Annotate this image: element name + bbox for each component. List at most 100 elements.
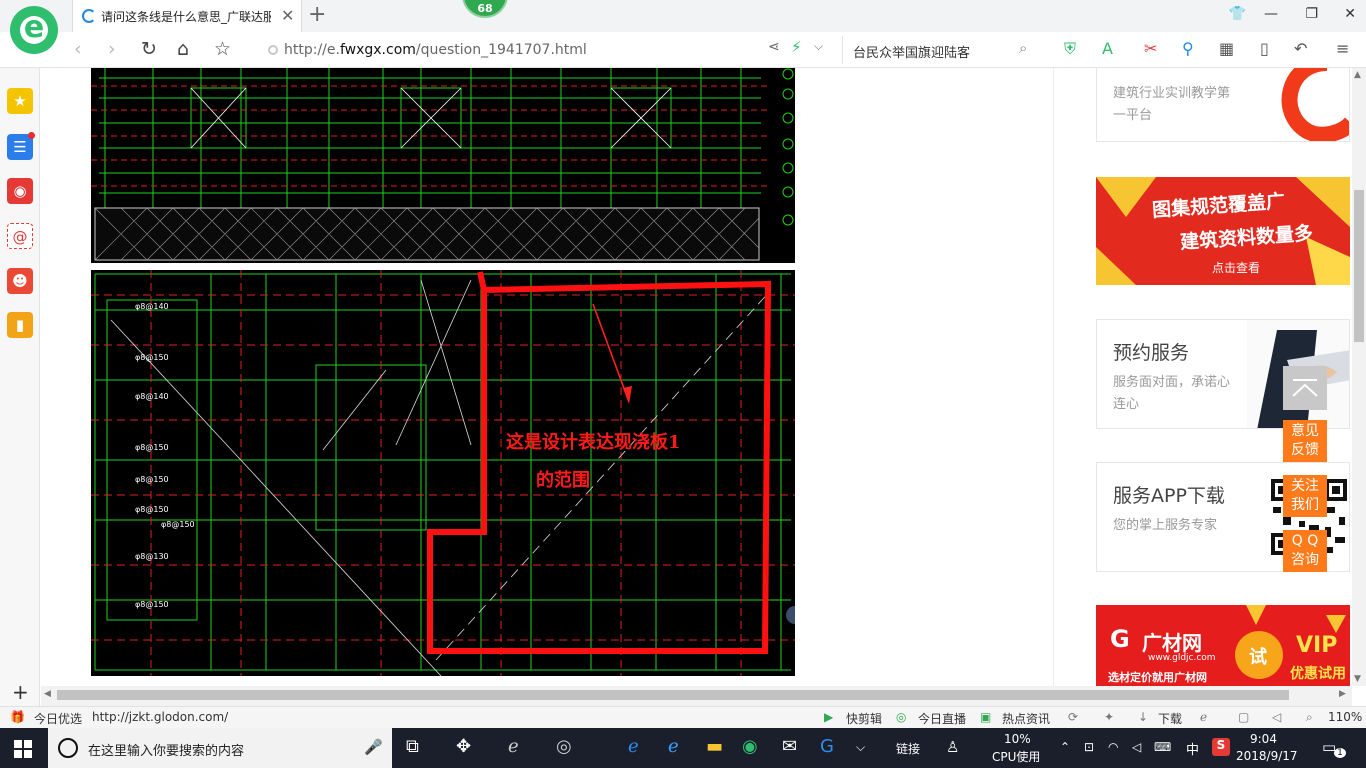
ie-mode-icon[interactable]: ℯ bbox=[1200, 710, 1207, 724]
favorites-star-icon[interactable]: ★ bbox=[7, 88, 33, 114]
translate-icon[interactable]: A bbox=[1102, 39, 1113, 58]
window-icon[interactable]: ▢ bbox=[1238, 710, 1249, 724]
taskbar-search[interactable]: 在这里输入你要搜索的内容 🎤 bbox=[48, 728, 392, 768]
active-browser-icon[interactable]: ◉ bbox=[742, 736, 758, 757]
scroll-right-icon[interactable]: ▶ bbox=[1339, 689, 1346, 699]
undo-icon[interactable]: ↶ bbox=[1294, 39, 1307, 58]
search-icon[interactable]: ⌕ bbox=[1019, 39, 1027, 57]
speaker-icon[interactable]: ◁ bbox=[1132, 740, 1141, 754]
banner-brand-logo: G bbox=[1110, 625, 1130, 653]
tray-expand-icon[interactable]: ⌃ bbox=[1060, 740, 1070, 754]
scroll-down-icon[interactable]: ▼ bbox=[1354, 674, 1361, 684]
taskbar-chevron-icon[interactable]: ⌵ bbox=[856, 740, 865, 755]
browser-app-icon[interactable]: ℯ bbox=[508, 736, 519, 757]
windows-start-icon[interactable] bbox=[14, 740, 32, 758]
minimize-button[interactable]: — bbox=[1264, 6, 1278, 22]
cad-plan-image bbox=[91, 68, 795, 263]
magnifier-icon[interactable]: ⚲ bbox=[1182, 39, 1194, 58]
banner-site: www.gldjc.com bbox=[1148, 653, 1216, 663]
scroll-up-icon[interactable]: ▲ bbox=[1354, 70, 1361, 80]
search-box[interactable]: 台民众举国旗迎陆客 ⌕ bbox=[842, 36, 1042, 64]
follow-us-button[interactable]: 关注 我们 bbox=[1283, 475, 1327, 517]
clock-time[interactable]: 9:04 bbox=[1250, 732, 1277, 746]
menu-icon[interactable]: ≡ bbox=[1336, 39, 1349, 58]
browser-tab[interactable]: 请问这条线是什么意思_广联达服 ✕ bbox=[72, 0, 302, 32]
refresh-button[interactable]: ↻ bbox=[141, 38, 157, 60]
maximize-button[interactable]: ❐ bbox=[1305, 6, 1318, 22]
apps-grid-icon[interactable]: ▦ bbox=[1219, 39, 1234, 58]
volume-icon[interactable]: ◁ bbox=[1272, 710, 1281, 724]
standards-atlas-banner[interactable]: 图集规范覆盖广 建筑资料数量多 点击查看 bbox=[1096, 177, 1350, 285]
file-explorer-icon[interactable]: ▬ bbox=[706, 736, 723, 757]
person-icon[interactable]: ♙ bbox=[946, 738, 959, 756]
training-platform-card[interactable]: 建筑行业实训教学第一平台 bbox=[1096, 68, 1350, 142]
wifi-icon[interactable]: ◠ bbox=[1108, 740, 1118, 754]
weibo-icon[interactable]: ◉ bbox=[7, 178, 33, 204]
task-view-icon[interactable]: ⧉ bbox=[406, 736, 419, 757]
close-window-button[interactable]: ✕ bbox=[1344, 6, 1356, 22]
download-link[interactable]: 下载 bbox=[1158, 710, 1182, 727]
ie-icon[interactable]: ℯ bbox=[668, 736, 679, 757]
qq-consult-button[interactable]: Q Q 咨询 bbox=[1283, 530, 1327, 572]
microphone-icon[interactable]: 🎤 bbox=[364, 738, 383, 756]
links-toolbar[interactable]: 链接 bbox=[896, 740, 920, 757]
chevron-down-icon[interactable]: ⌵ bbox=[814, 39, 823, 54]
new-tab-button[interactable]: + bbox=[308, 2, 326, 27]
cad-label: φ8@150 bbox=[135, 505, 169, 514]
close-tab-icon[interactable]: ✕ bbox=[281, 6, 294, 25]
hot-news-link[interactable]: 热点资讯 bbox=[1002, 710, 1050, 727]
ime-indicator[interactable]: 中 bbox=[1186, 739, 1199, 758]
glodon-g-icon[interactable]: G bbox=[820, 736, 834, 757]
glodon-app-icon[interactable]: ◎ bbox=[556, 736, 572, 757]
glodon-material-vip-banner[interactable]: G 广材网 www.gldjc.com 试 VIP 优惠试用 选材定价就用广材网 bbox=[1096, 605, 1350, 686]
reader-icon[interactable]: ▯ bbox=[1260, 39, 1269, 58]
mail-icon[interactable]: ✉ bbox=[782, 736, 797, 757]
shield-icon[interactable]: ⛨ bbox=[1064, 39, 1076, 59]
vertical-scroll-thumb[interactable] bbox=[1354, 190, 1364, 342]
card-description: 服务面对面，承诺心连心 bbox=[1113, 375, 1231, 412]
forward-button[interactable]: › bbox=[108, 38, 116, 60]
url-text[interactable]: http://e.fwxgx.com/question_1941707.html bbox=[284, 42, 587, 58]
fan-app-icon[interactable]: ✥ bbox=[456, 736, 471, 757]
card-title: 预约服务 bbox=[1113, 342, 1190, 364]
scroll-left-icon[interactable]: ◀ bbox=[44, 689, 51, 699]
home-button[interactable]: ⌂ bbox=[177, 38, 189, 60]
edge-icon[interactable]: ℯ bbox=[628, 736, 639, 757]
arrow-up-icon bbox=[1292, 379, 1318, 397]
skin-icon[interactable]: 👕 bbox=[1229, 6, 1246, 22]
reading-list-icon[interactable]: ☰ bbox=[7, 132, 35, 160]
scissors-icon[interactable]: ✂ bbox=[1144, 39, 1157, 58]
accelerate-icon[interactable]: ⟳ bbox=[1068, 710, 1078, 724]
keyboard-icon[interactable]: ⌨ bbox=[1154, 740, 1171, 754]
clock-date[interactable]: 2018/9/17 bbox=[1236, 749, 1298, 763]
card-title: 服务APP下载 bbox=[1113, 485, 1225, 507]
game-icon[interactable]: ☻ bbox=[7, 268, 33, 294]
zoom-level[interactable]: 110% bbox=[1328, 710, 1362, 724]
vertical-scrollbar[interactable]: ▲ ▼ bbox=[1352, 68, 1366, 686]
notes-icon[interactable]: ▮ bbox=[7, 312, 33, 338]
speed-mode-icon[interactable]: ⚡ bbox=[791, 38, 802, 56]
sogou-ime-icon[interactable]: S bbox=[1212, 738, 1230, 756]
quick-clip-link[interactable]: 快剪辑 bbox=[846, 710, 882, 727]
live-link[interactable]: 今日直播 bbox=[918, 710, 966, 727]
horizontal-scrollbar[interactable]: ◀ ▶ bbox=[41, 686, 1352, 706]
pin-icon[interactable]: ✦ bbox=[1104, 710, 1114, 724]
daily-pick-link[interactable]: 今日优选 bbox=[34, 710, 82, 727]
notification-badge[interactable]: 68 bbox=[462, 0, 508, 18]
banner-view-button[interactable]: 点击查看 bbox=[1212, 259, 1260, 276]
email-icon[interactable]: @ bbox=[7, 223, 33, 249]
back-button[interactable]: ‹ bbox=[74, 38, 82, 60]
back-to-top-button[interactable] bbox=[1283, 366, 1327, 410]
network-icon[interactable]: ⊡ bbox=[1084, 740, 1094, 754]
taskbar-search-input[interactable]: 在这里输入你要搜索的内容 bbox=[88, 740, 244, 759]
feedback-button[interactable]: 意见 反馈 bbox=[1283, 420, 1327, 462]
search-input[interactable]: 台民众举国旗迎陆客 bbox=[853, 42, 970, 61]
share-icon[interactable]: ⋖ bbox=[768, 39, 780, 55]
horizontal-scroll-thumb[interactable] bbox=[57, 690, 1289, 700]
favorite-star-button[interactable]: ☆ bbox=[214, 38, 231, 60]
address-bar[interactable]: http://e.fwxgx.com/question_1941707.html… bbox=[262, 36, 830, 64]
cpu-label: CPU使用 bbox=[992, 750, 1041, 764]
browser-logo-icon[interactable]: e bbox=[10, 6, 58, 54]
cad-label: φ8@150 bbox=[135, 600, 169, 609]
add-sidebar-button[interactable]: + bbox=[12, 680, 29, 704]
